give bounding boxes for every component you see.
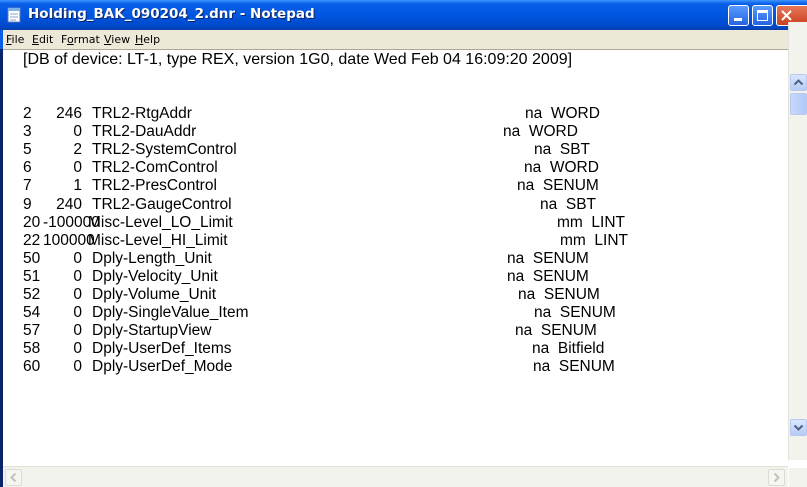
register-name: TRL2-DauAddr (92, 123, 197, 141)
register-unit-type: na SBT (534, 141, 590, 159)
notepad-window: Holding_BAK_090204_2.dnr - Notepad File … (0, 0, 807, 487)
register-name: TRL2-ComControl (92, 159, 218, 177)
text-editor[interactable]: [DB of device: LT-1, type REX, version 1… (3, 49, 807, 487)
register-value: 240 (56, 195, 82, 213)
register-name: TRL2-GaugeControl (92, 195, 232, 213)
register-unit-type: na SENUM (515, 322, 597, 340)
table-row: 3 0 TRL2-DauAddr na WORD (3, 123, 783, 141)
register-value: 0 (73, 249, 82, 267)
db-header-line: [DB of device: LT-1, type REX, version 1… (23, 51, 573, 68)
minimize-icon (734, 18, 742, 21)
register-name: Dply-StartupView (92, 322, 212, 340)
register-value: 100000 (43, 231, 95, 249)
register-name: TRL2-PresControl (92, 177, 217, 195)
menu-view[interactable]: View (104, 33, 130, 46)
chevron-right-icon (773, 472, 780, 483)
menu-bar: File Edit Format View Help (0, 30, 807, 49)
chevron-down-icon (793, 424, 804, 431)
title-bar[interactable]: Holding_BAK_090204_2.dnr - Notepad (0, 0, 807, 30)
scroll-down-button[interactable] (790, 419, 807, 436)
table-row: 22 100000 Misc-Level_HI_Limit mm LINT (3, 232, 783, 250)
table-row: 58 0 Dply-UserDef_Items na Bitfield (3, 340, 783, 358)
maximize-icon (757, 10, 768, 21)
register-value: -100000 (43, 213, 100, 231)
register-value: 0 (73, 159, 82, 177)
register-value: 0 (73, 267, 82, 285)
register-name: Dply-SingleValue_Item (92, 304, 249, 322)
table-row: 52 0 Dply-Volume_Unit na SENUM (3, 286, 783, 304)
register-unit-type: na SENUM (534, 304, 616, 322)
register-name: Dply-Volume_Unit (92, 286, 217, 303)
register-value: 246 (56, 105, 82, 122)
vertical-scrollbar[interactable] (788, 22, 807, 460)
minimize-button[interactable] (728, 5, 749, 26)
table-row: 50 0 Dply-Length_Unit na SENUM (3, 250, 783, 268)
register-value: 0 (73, 358, 82, 376)
menu-format[interactable]: Format (61, 33, 100, 46)
register-unit-type: mm LINT (557, 213, 626, 231)
table-row: 2 246 TRL2-RtgAddr na WORD (3, 105, 783, 123)
menu-help[interactable]: Help (135, 33, 160, 46)
register-name: Dply-UserDef_Items (92, 340, 232, 358)
table-row: 57 0 Dply-StartupView na SENUM (3, 322, 783, 340)
register-name: Misc-Level_HI_Limit (88, 231, 228, 249)
register-unit-type: na SENUM (517, 177, 599, 195)
horizontal-scrollbar[interactable] (3, 466, 788, 487)
register-name: Misc-Level_LO_Limit (88, 213, 233, 231)
table-row: 54 0 Dply-SingleValue_Item na SENUM (3, 304, 783, 322)
register-unit-type: na SENUM (518, 286, 600, 303)
register-value: 1 (73, 177, 82, 195)
scroll-up-button[interactable] (790, 74, 807, 91)
register-unit-type: na SENUM (507, 267, 589, 285)
register-name: Dply-UserDef_Mode (92, 358, 233, 376)
window-title: Holding_BAK_090204_2.dnr - Notepad (28, 6, 315, 22)
chevron-left-icon (10, 472, 17, 483)
register-value: 0 (73, 286, 82, 303)
register-value: 0 (73, 340, 82, 358)
register-unit-type: na SENUM (533, 358, 615, 376)
table-row: 20 -100000 Misc-Level_LO_Limit mm LINT (3, 214, 783, 232)
table-row: 5 2 TRL2-SystemControl na SBT (3, 141, 783, 159)
register-unit-type: na WORD (525, 105, 600, 122)
table-row: 6 0 TRL2-ComControl na WORD (3, 159, 783, 177)
register-unit-type: na SENUM (507, 249, 589, 267)
menu-file[interactable]: File (6, 33, 24, 46)
chevron-up-icon (793, 79, 804, 86)
table-row: 51 0 Dply-Velocity_Unit na SENUM (3, 268, 783, 286)
scroll-left-button[interactable] (5, 469, 22, 486)
register-name: Dply-Length_Unit (92, 249, 212, 267)
table-row: 9 240 TRL2-GaugeControl na SBT (3, 196, 783, 214)
scroll-right-button[interactable] (768, 469, 785, 486)
table-row: 60 0 Dply-UserDef_Mode na SENUM (3, 358, 783, 376)
size-grip-icon[interactable] (789, 468, 807, 487)
scroll-thumb[interactable] (790, 93, 807, 115)
table-row: 7 1 TRL2-PresControl na SENUM (3, 177, 783, 195)
notepad-icon[interactable] (7, 7, 21, 23)
register-value: 0 (73, 123, 82, 141)
register-unit-type: na SBT (540, 195, 596, 213)
register-name: TRL2-SystemControl (92, 141, 237, 159)
register-unit-type: na Bitfield (532, 340, 605, 358)
register-value: 2 (73, 141, 82, 159)
register-value: 0 (73, 322, 82, 340)
register-unit-type: na WORD (524, 159, 599, 177)
register-unit-type: mm LINT (560, 231, 629, 249)
register-value: 0 (73, 304, 82, 322)
register-name: Dply-Velocity_Unit (92, 267, 218, 285)
maximize-button[interactable] (752, 5, 773, 26)
menu-edit[interactable]: Edit (32, 33, 53, 46)
register-unit-type: na WORD (503, 123, 578, 141)
register-name: TRL2-RtgAddr (92, 105, 192, 122)
